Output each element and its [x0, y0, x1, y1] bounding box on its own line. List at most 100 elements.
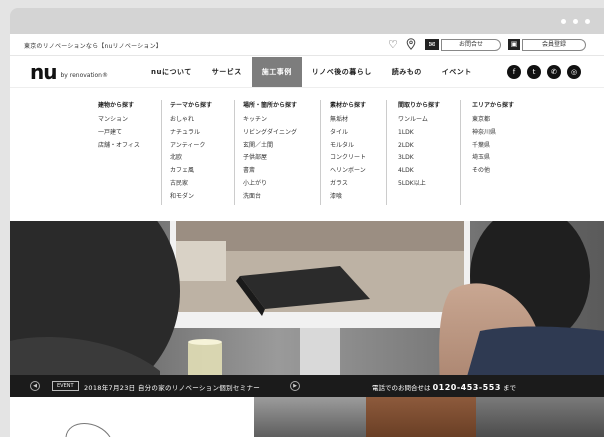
works-thumbnail[interactable]	[476, 397, 604, 437]
phone-number[interactable]: 0120-453-553	[433, 383, 501, 392]
menu-link[interactable]: マンション	[98, 114, 140, 127]
menu-column-material: 素材から探す 無垢材 タイル モルタル コンクリート ヘリンボーン ガラス 漆喰	[330, 100, 366, 204]
menu-column-place: 場所・箇所から探す キッチン リビングダイニング 玄関／土間 子供部屋 書斎 小…	[243, 100, 297, 204]
dot-icon	[561, 19, 566, 24]
menu-column-area: エリアから探す 東京都 神奈川県 千葉県 埼玉県 その他	[472, 100, 514, 178]
line-icon[interactable]: ✆	[547, 65, 561, 79]
phone-prefix: 電話でのお問合せは	[372, 384, 431, 392]
menu-link[interactable]: おしゃれ	[170, 114, 212, 127]
ticker-next-icon[interactable]: ▶	[290, 381, 300, 391]
works-thumbnail[interactable]	[254, 397, 366, 437]
menu-link[interactable]: 子供部屋	[243, 152, 297, 165]
menu-column-theme: テーマから探す おしゃれ ナチュラル アンティーク 北欧 カフェ風 古民家 和モ…	[170, 100, 212, 204]
nav-item-about[interactable]: nuについて	[141, 57, 202, 87]
member-register-button[interactable]: 会員登録	[522, 39, 586, 51]
location-pin-icon[interactable]	[406, 38, 416, 50]
event-link[interactable]: 2018年7月23日 自分の家のリノベーション個別セミナー	[84, 382, 260, 392]
menu-link[interactable]: 小上がり	[243, 178, 297, 191]
menu-link[interactable]: ワンルーム	[398, 114, 440, 127]
column-divider	[460, 100, 461, 205]
nav-item-events[interactable]: イベント	[432, 57, 482, 87]
dot-icon	[573, 19, 578, 24]
below-fold-section	[10, 397, 604, 437]
menu-link[interactable]: 3LDK	[398, 152, 440, 165]
menu-link[interactable]: キッチン	[243, 114, 297, 127]
menu-link[interactable]: リビングダイニング	[243, 127, 297, 140]
menu-link[interactable]: 洗面台	[243, 191, 297, 204]
menu-link[interactable]: 一戸建て	[98, 127, 140, 140]
site-logo[interactable]: nu by renovation®	[30, 60, 108, 84]
nav-item-lifestyle[interactable]: リノベ後の暮らし	[302, 57, 382, 87]
column-heading: 場所・箇所から探す	[243, 102, 298, 109]
column-divider	[320, 100, 321, 205]
menu-link[interactable]: 2LDK	[398, 140, 440, 153]
menu-link[interactable]: モルタル	[330, 140, 366, 153]
nav-menu: nuについて サービス 施工事例 リノベ後の暮らし 読みもの イベント	[141, 57, 482, 87]
nav-item-articles[interactable]: 読みもの	[382, 57, 432, 87]
menu-link[interactable]: 神奈川県	[472, 127, 514, 140]
menu-link[interactable]: 和モダン	[170, 191, 212, 204]
social-links: f t ✆ ◎	[507, 65, 581, 79]
menu-link[interactable]: タイル	[330, 127, 366, 140]
event-badge: EVENT	[52, 381, 79, 391]
menu-link[interactable]: アンティーク	[170, 140, 212, 153]
menu-column-building: 建物から探す マンション 一戸建て 店舗・オフィス	[98, 100, 140, 152]
column-divider	[234, 100, 235, 205]
column-divider	[161, 100, 162, 205]
dot-icon	[585, 19, 590, 24]
browser-frame: 東京のリノベーションなら【nuリノベーション】 ♡ ✉ お問合せ ▣ 会員登録 …	[0, 0, 604, 437]
nav-item-service[interactable]: サービス	[202, 57, 252, 87]
menu-link[interactable]: その他	[472, 165, 514, 178]
member-card-icon[interactable]: ▣	[508, 39, 520, 50]
menu-link[interactable]: 店舗・オフィス	[98, 140, 140, 153]
hero-photo-illustration	[10, 221, 604, 401]
menu-link[interactable]: 北欧	[170, 152, 212, 165]
ticker-prev-icon[interactable]: ◀	[30, 381, 40, 391]
phone-contact: 電話でのお問合せは 0120-453-553 まで	[372, 382, 516, 392]
menu-link[interactable]: 玄関／土間	[243, 140, 297, 153]
facebook-icon[interactable]: f	[507, 65, 521, 79]
works-thumbnails	[254, 397, 604, 437]
column-heading: 間取りから探す	[398, 102, 441, 109]
favorite-heart-icon[interactable]: ♡	[388, 38, 398, 51]
column-heading: 建物から探す	[98, 102, 135, 109]
menu-link[interactable]: 書斎	[243, 165, 297, 178]
menu-link[interactable]: ヘリンボーン	[330, 165, 366, 178]
column-heading: エリアから探す	[472, 102, 515, 109]
hero-image	[10, 221, 604, 401]
column-heading: 素材から探す	[330, 102, 367, 109]
menu-link[interactable]: ガラス	[330, 178, 366, 191]
column-divider	[386, 100, 387, 205]
menu-link[interactable]: 無垢材	[330, 114, 366, 127]
site-tagline: 東京のリノベーションなら【nuリノベーション】	[24, 43, 162, 50]
nav-item-works[interactable]: 施工事例	[251, 57, 302, 87]
menu-link[interactable]: 埼玉県	[472, 152, 514, 165]
instagram-icon[interactable]: ◎	[567, 65, 581, 79]
menu-link[interactable]: 千葉県	[472, 140, 514, 153]
menu-link[interactable]: 漆喰	[330, 191, 366, 204]
menu-link[interactable]: ナチュラル	[170, 127, 212, 140]
main-nav: nu by renovation® nuについて サービス 施工事例 リノベ後の…	[10, 57, 604, 87]
menu-column-layout: 間取りから探す ワンルーム 1LDK 2LDK 3LDK 4LDK 5LDK以上	[398, 100, 440, 191]
circle-logo-partial	[65, 423, 111, 437]
phone-suffix: まで	[502, 384, 516, 392]
utility-bar: 東京のリノベーションなら【nuリノベーション】 ♡ ✉ お問合せ ▣ 会員登録	[10, 34, 604, 56]
menu-link[interactable]: 古民家	[170, 178, 212, 191]
web-page: 東京のリノベーションなら【nuリノベーション】 ♡ ✉ お問合せ ▣ 会員登録 …	[10, 34, 604, 437]
works-thumbnail[interactable]	[366, 397, 476, 437]
twitter-icon[interactable]: t	[527, 65, 541, 79]
menu-link[interactable]: 1LDK	[398, 127, 440, 140]
mega-dropdown: 建物から探す マンション 一戸建て 店舗・オフィス テーマから探す おしゃれ ナ…	[10, 87, 604, 221]
mail-icon[interactable]: ✉	[425, 39, 439, 50]
menu-link[interactable]: 東京都	[472, 114, 514, 127]
menu-link[interactable]: 4LDK	[398, 165, 440, 178]
logo-mark: nu	[30, 60, 58, 84]
menu-link[interactable]: 5LDK以上	[398, 178, 440, 191]
menu-link[interactable]: カフェ風	[170, 165, 212, 178]
window-dots	[561, 19, 590, 24]
event-ticker: ◀ EVENT 2018年7月23日 自分の家のリノベーション個別セミナー ▶ …	[10, 375, 604, 397]
column-heading: テーマから探す	[170, 102, 213, 109]
menu-link[interactable]: コンクリート	[330, 152, 366, 165]
contact-button[interactable]: お問合せ	[441, 39, 501, 51]
logo-subtitle: by renovation®	[60, 72, 108, 79]
